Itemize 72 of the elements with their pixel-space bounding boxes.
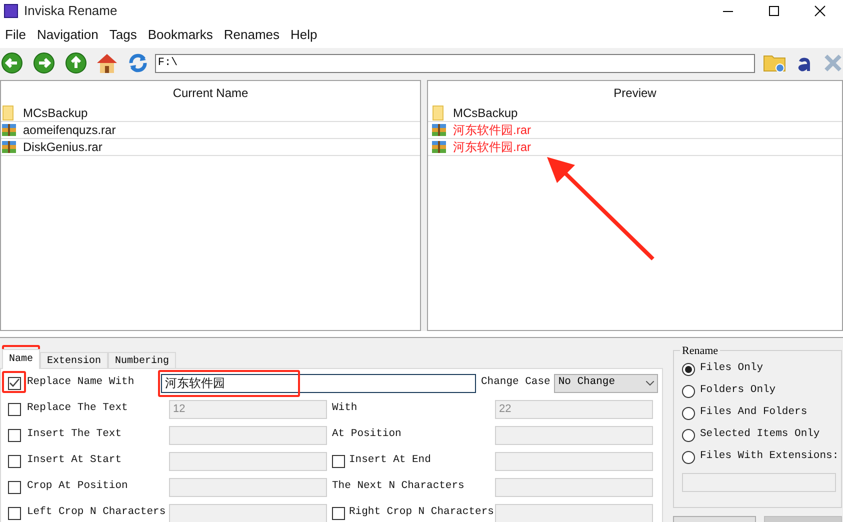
checkbox[interactable] xyxy=(8,402,21,416)
option-label: With xyxy=(332,401,358,416)
archive-icon xyxy=(431,139,447,155)
menu-item[interactable]: Help xyxy=(286,25,322,45)
radio-button[interactable] xyxy=(682,362,695,376)
tab[interactable]: Extension xyxy=(40,352,108,368)
checkbox[interactable] xyxy=(332,506,345,520)
chevron-icon xyxy=(646,380,654,386)
archive-icon xyxy=(431,122,447,138)
dropdown[interactable]: No Change xyxy=(554,374,658,392)
option-label: Crop At Position xyxy=(27,479,129,494)
app-icon xyxy=(4,4,18,18)
column-header[interactable]: Current Name xyxy=(1,81,420,105)
file-name[interactable]: 河东软件园.rar xyxy=(453,121,531,139)
up-icon[interactable] xyxy=(64,52,87,74)
option-label: Right Crop N Characters xyxy=(349,505,495,520)
archive-icon xyxy=(1,139,17,155)
menu-item[interactable]: Bookmarks xyxy=(144,25,217,45)
option-label: At Position xyxy=(332,427,402,442)
text-field[interactable] xyxy=(169,452,327,470)
checkbox[interactable] xyxy=(8,480,21,494)
menu-item[interactable]: Tags xyxy=(105,25,141,45)
tab[interactable]: Name xyxy=(2,349,40,369)
text-field[interactable] xyxy=(169,426,327,444)
forward-icon[interactable] xyxy=(32,52,55,74)
text-field[interactable] xyxy=(495,478,653,496)
radio-label: Files Only xyxy=(700,361,764,376)
option-label: Insert At End xyxy=(349,453,432,468)
file-name[interactable]: MCsBackup xyxy=(453,104,518,122)
menu-item[interactable]: File xyxy=(1,25,30,45)
window-title: Inviska Rename xyxy=(24,2,118,20)
checkbox[interactable] xyxy=(8,376,21,390)
option-label: Replace Name With xyxy=(27,375,136,390)
radio-label: Files And Folders xyxy=(700,405,808,420)
column-header[interactable]: Preview xyxy=(428,81,842,105)
text-field[interactable] xyxy=(495,452,653,470)
menu-item[interactable]: Renames xyxy=(220,25,284,45)
text-field[interactable] xyxy=(495,504,653,522)
radio-label: Files With Extensions: xyxy=(700,449,839,464)
file-name[interactable]: 河东软件园.rar xyxy=(453,138,531,156)
radio-label: Folders Only xyxy=(700,383,776,398)
option-label: The Next N Characters xyxy=(332,479,466,494)
extensions-field[interactable] xyxy=(682,473,836,492)
text-field[interactable] xyxy=(169,478,327,496)
text-field[interactable] xyxy=(495,426,653,444)
option-label: Change Case xyxy=(481,375,550,390)
checkbox[interactable] xyxy=(8,506,21,520)
file-name[interactable]: aomeifenquzs.rar xyxy=(23,121,116,139)
option-label: Replace The Text xyxy=(27,401,129,416)
annotation-box xyxy=(2,371,26,393)
option-label: Insert At Start xyxy=(27,453,123,468)
radio-button[interactable] xyxy=(682,450,695,464)
file-name[interactable]: MCsBackup xyxy=(23,104,88,122)
file-name[interactable]: DiskGenius.rar xyxy=(23,138,102,156)
checkbox[interactable] xyxy=(332,454,345,468)
text-field[interactable] xyxy=(169,504,327,522)
checkbox[interactable] xyxy=(8,454,21,468)
path-field[interactable]: F:\ xyxy=(154,54,756,72)
radio-button[interactable] xyxy=(682,406,695,420)
option-label: Left Crop N Characters xyxy=(27,505,167,520)
radio-button[interactable] xyxy=(682,384,695,398)
option-label: Insert The Text xyxy=(27,427,123,442)
home-icon[interactable] xyxy=(94,51,119,75)
menu-item[interactable]: Navigation xyxy=(32,25,102,45)
back-icon[interactable] xyxy=(1,52,23,74)
radio-button[interactable] xyxy=(682,428,695,442)
tab[interactable]: Numbering xyxy=(108,352,176,368)
text-field[interactable]: 河东软件园 xyxy=(161,374,476,392)
checkbox[interactable] xyxy=(8,428,21,442)
refresh-icon[interactable] xyxy=(126,52,149,74)
archive-icon xyxy=(1,122,17,138)
radio-label: Selected Items Only xyxy=(700,427,820,442)
